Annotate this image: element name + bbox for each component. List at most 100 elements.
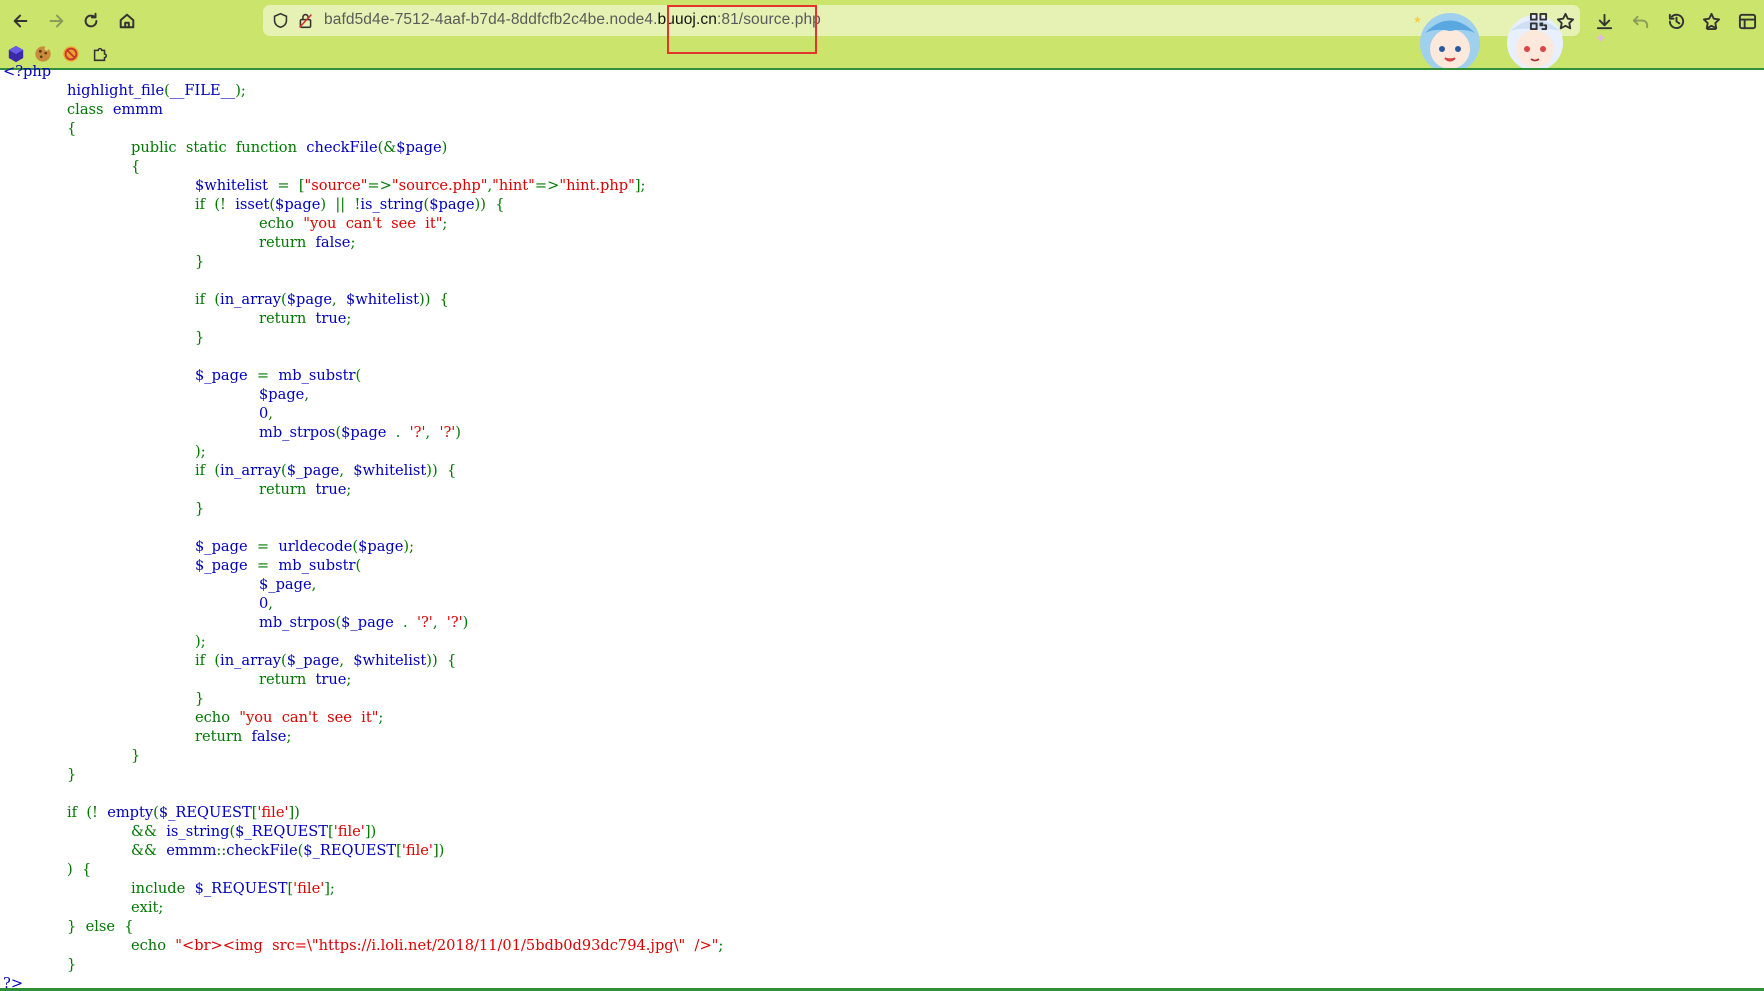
code-token: exit; (131, 899, 164, 916)
qr-code-icon (1529, 12, 1547, 30)
code-token: $_REQUEST (235, 823, 329, 840)
code-token: echo (195, 709, 240, 726)
code-token: $_page (286, 652, 340, 669)
undo-button[interactable] (1628, 9, 1652, 33)
shield-icon[interactable] (272, 12, 289, 29)
code-token: true (315, 310, 347, 327)
code-token: , (339, 652, 354, 669)
code-token: 'file' (257, 804, 289, 821)
code-token: :: (216, 842, 227, 859)
code-token: $_page (341, 614, 404, 631)
code-token: $page (275, 196, 321, 213)
code-token: 0 (259, 405, 269, 422)
code-token: } (67, 956, 77, 973)
code-token: ; (350, 234, 356, 251)
puzzle-extension-icon[interactable] (91, 45, 109, 63)
code-token: include (131, 880, 195, 897)
code-line: $_page = mb_substr( (195, 556, 361, 575)
code-line: } else { (67, 917, 134, 936)
code-token: mb_substr (278, 367, 356, 384)
address-bar[interactable]: bafd5d4e-7512-4aaf-b7d4-8ddfcfb2c4be.nod… (263, 5, 1580, 36)
code-token: (& (377, 139, 397, 156)
code-token: $whitelist (353, 652, 427, 669)
code-token: $_REQUEST (158, 804, 252, 821)
code-token: "hint.php" (559, 177, 635, 194)
code-line: $_page = urldecode($page); (195, 537, 414, 556)
cookie-extension-icon[interactable] (34, 45, 52, 63)
code-token: ]) (288, 804, 300, 821)
code-token: ) (455, 424, 461, 441)
forward-button[interactable] (43, 8, 69, 34)
home-button[interactable] (114, 8, 140, 34)
code-token: public static function (131, 139, 307, 156)
code-token: ]; (634, 177, 646, 194)
code-token: mb_strpos (259, 614, 336, 631)
code-token: $whitelist (345, 291, 419, 308)
hexagon-extension-icon[interactable] (7, 45, 25, 63)
code-line: mb_strpos($_page . '?', '?') (259, 613, 468, 632)
code-line: <?php (3, 62, 51, 81)
code-line: ); (195, 632, 206, 651)
code-token: $_REQUEST (303, 842, 397, 859)
code-line: class emmm (67, 100, 163, 119)
code-token: return (259, 481, 316, 498)
code-token: ( (355, 367, 362, 384)
code-token: ) (441, 139, 448, 156)
code-token: { (67, 120, 77, 137)
code-line: { (67, 119, 76, 138)
code-token: , (332, 291, 346, 308)
code-token: echo (131, 937, 176, 954)
code-token: $_page (195, 538, 257, 555)
code-token: ; (346, 310, 352, 327)
code-line: include $_REQUEST['file']; (131, 879, 335, 898)
code-token: if (! (195, 196, 236, 213)
favorites-icon (1702, 12, 1720, 30)
reload-button[interactable] (78, 8, 104, 34)
code-token: } (131, 747, 141, 764)
code-token: $page (396, 139, 442, 156)
blocker-extension-icon[interactable] (62, 45, 80, 63)
code-token: 'file' (293, 880, 325, 897)
code-line: ) { (67, 860, 91, 879)
bookmark-star-button[interactable] (1553, 9, 1577, 33)
code-token: class (67, 101, 113, 118)
lock-icon[interactable] (297, 12, 314, 29)
sidebar-button[interactable] (1735, 9, 1759, 33)
code-token: . (403, 614, 417, 631)
code-token: , (425, 424, 440, 441)
history-icon (1668, 13, 1684, 29)
code-line: 0, (259, 594, 273, 613)
history-button[interactable] (1664, 9, 1688, 33)
code-token: emmm (112, 101, 163, 118)
code-line: if (! empty($_REQUEST['file']) (67, 803, 300, 822)
code-token: true (315, 481, 347, 498)
code-token: ]) (364, 823, 377, 840)
undo-icon (1632, 15, 1648, 28)
code-line: $_page = mb_substr( (195, 366, 361, 385)
downloads-button[interactable] (1592, 9, 1616, 33)
home-icon (119, 13, 135, 29)
back-button[interactable] (8, 8, 34, 34)
code-line: echo "<br><img src=\"https://i.loli.net/… (131, 936, 723, 955)
code-token: '?' (446, 614, 463, 631)
code-line: return true; (259, 309, 351, 328)
qr-code-button[interactable] (1526, 9, 1550, 33)
code-token: checkFile (226, 842, 298, 859)
code-token: '?' (409, 424, 426, 441)
forward-icon (49, 14, 64, 28)
code-token: mb_substr (278, 557, 356, 574)
code-token: '?' (416, 614, 433, 631)
code-token: ]; (324, 880, 335, 897)
code-token: return (259, 671, 316, 688)
code-token: mb_strpos (259, 424, 336, 441)
code-token: = [ (277, 177, 305, 194)
code-token: return (195, 728, 252, 745)
code-token: echo (259, 215, 304, 232)
php-source-listing: <?php highlight_file(__FILE__); class emmm… (0, 62, 1764, 991)
browser-toolbar: bafd5d4e-7512-4aaf-b7d4-8ddfcfb2c4be.nod… (0, 0, 1764, 70)
code-token: = (256, 557, 279, 574)
code-line: if (in_array($_page, $whitelist)) { (195, 461, 456, 480)
code-token: $_page (259, 576, 312, 593)
favorites-button[interactable] (1699, 9, 1723, 33)
code-token: "<br><img src=\"https://i.loli.net/2018/… (175, 937, 719, 954)
